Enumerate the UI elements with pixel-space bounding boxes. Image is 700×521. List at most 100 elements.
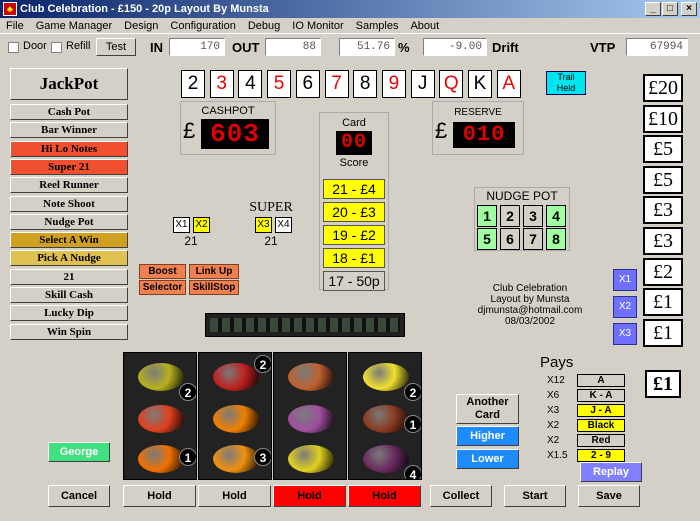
card-K: K — [468, 70, 492, 98]
reel-number-badge: 3 — [254, 448, 271, 466]
reel-1: 21 — [123, 352, 197, 480]
ladder-step: 21 - £4 — [323, 179, 385, 199]
card-8: 8 — [353, 70, 378, 98]
another-card-button[interactable]: Another Card — [456, 394, 519, 424]
menu-about[interactable]: About — [410, 20, 439, 32]
card-display: 00 — [336, 131, 372, 155]
menu-design[interactable]: Design — [124, 20, 158, 32]
pay-multiplier: X2 — [547, 420, 560, 431]
reel-fruit — [138, 363, 184, 391]
lower-button[interactable]: Lower — [456, 449, 519, 469]
refill-checkbox[interactable] — [51, 42, 62, 53]
reel-fruit — [363, 363, 409, 391]
reel-fruit — [138, 445, 184, 473]
jackpot-item: Pick A Nudge — [10, 250, 128, 267]
menu-game-manager[interactable]: Game Manager — [36, 20, 112, 32]
george-button[interactable]: George — [48, 442, 110, 462]
door-checkbox[interactable] — [8, 42, 19, 53]
pay-label: K - A — [577, 389, 625, 402]
pay-multiplier: X6 — [547, 390, 560, 401]
coin-1-pound: £1 — [643, 318, 683, 347]
pay-label: 2 - 9 — [577, 449, 625, 462]
menu-file[interactable]: File — [6, 20, 24, 32]
stake-display: £1 — [645, 370, 681, 398]
minimize-button[interactable]: _ — [645, 2, 661, 16]
cancel-button[interactable]: Cancel — [48, 485, 110, 507]
card-4: 4 — [238, 70, 263, 98]
side-multiplier-x1: X1 — [613, 269, 637, 291]
ladder-step: 18 - £1 — [323, 248, 385, 268]
ladder-step: 17 - 50p — [323, 271, 385, 291]
nudge-2: 2 — [500, 205, 520, 227]
hold-4-button[interactable]: Hold — [348, 485, 421, 507]
hold-2-button[interactable]: Hold — [198, 485, 271, 507]
hold-1-button[interactable]: Hold — [123, 485, 196, 507]
reel-number-badge: 4 — [404, 465, 421, 479]
pay-label: Black — [577, 419, 625, 432]
close-button[interactable]: × — [681, 2, 697, 16]
coin-10-pound: £10 — [643, 104, 683, 133]
card-9: 9 — [381, 70, 406, 98]
card-5: 5 — [267, 70, 292, 98]
another-card-line-2: Card — [474, 409, 501, 421]
menu-samples[interactable]: Samples — [356, 20, 399, 32]
reel-number-badge: 2 — [254, 355, 271, 373]
left-multiplier-value: 21 — [184, 234, 198, 248]
selector-feature: Selector — [139, 280, 186, 295]
another-card-line-1: Another — [466, 396, 509, 408]
menu-io-monitor[interactable]: IO Monitor — [292, 20, 343, 32]
x3-multiplier: X3 — [255, 217, 272, 233]
pay-label: J - A — [577, 404, 625, 417]
jackpot-item: Bar Winner — [10, 122, 128, 139]
menu-debug[interactable]: Debug — [248, 20, 280, 32]
info-line-3: djmunsta@hotmail.com — [477, 305, 583, 316]
lamp-strip-lights — [210, 318, 400, 332]
lamp-strip — [205, 313, 405, 337]
skillstop-feature: SkillStop — [189, 280, 239, 295]
pay-row: X6 K - A — [547, 389, 637, 402]
menu-bar: File Game Manager Design Configuration Debug… — [0, 18, 700, 34]
jackpot-item: Win Spin — [10, 323, 128, 340]
card-A: A — [496, 70, 521, 98]
reel-number-badge: 2 — [179, 383, 196, 401]
nudge-5: 5 — [477, 228, 497, 250]
start-button[interactable]: Start — [504, 485, 566, 507]
cashpot-display: 603 — [201, 119, 269, 149]
pay-multiplier: X1.5 — [547, 450, 568, 461]
trail-held-indicator: Trail Held — [546, 71, 586, 95]
test-button[interactable]: Test — [96, 38, 136, 56]
pay-multiplier: X12 — [547, 375, 565, 386]
reel-2: 23 — [198, 352, 272, 480]
hold-3-button[interactable]: Hold — [273, 485, 346, 507]
card-7: 7 — [324, 70, 349, 98]
reel-number-badge: 2 — [404, 383, 421, 401]
save-button[interactable]: Save — [578, 485, 640, 507]
higher-button[interactable]: Higher — [456, 426, 519, 446]
jackpot-item: Super 21 — [10, 158, 128, 175]
pay-label: A — [577, 374, 625, 387]
jackpot-item: Cash Pot — [10, 104, 128, 120]
reel-fruit — [213, 445, 259, 473]
menu-configuration[interactable]: Configuration — [170, 20, 235, 32]
reel-fruit — [288, 445, 334, 473]
nudge-3: 3 — [523, 205, 543, 227]
nudge-8: 8 — [546, 228, 566, 250]
maximize-button[interactable]: □ — [662, 2, 678, 16]
pay-row: X3 J - A — [547, 404, 637, 417]
jackpot-item: Reel Runner — [10, 177, 128, 194]
out-value: 88 — [265, 38, 321, 56]
drift-value: -9.00 — [423, 38, 487, 56]
collect-button[interactable]: Collect — [430, 485, 492, 507]
jackpot-title: JackPot — [10, 68, 128, 100]
in-label: IN — [150, 40, 163, 55]
replay-button[interactable]: Replay — [580, 462, 642, 482]
pay-multiplier: X3 — [547, 405, 560, 416]
pay-row: X2 Black — [547, 419, 637, 432]
vtp-value: 67994 — [626, 38, 688, 56]
reel-4: 2 1 4 — [348, 352, 422, 480]
coin-3-pound: £3 — [643, 196, 683, 225]
title-bar: Club Celebration - £150 - 20p Layout By … — [0, 0, 700, 18]
reel-fruit — [138, 405, 184, 433]
nudge-pot-label: NUDGE POT — [486, 189, 558, 203]
door-label: Door — [23, 40, 47, 52]
